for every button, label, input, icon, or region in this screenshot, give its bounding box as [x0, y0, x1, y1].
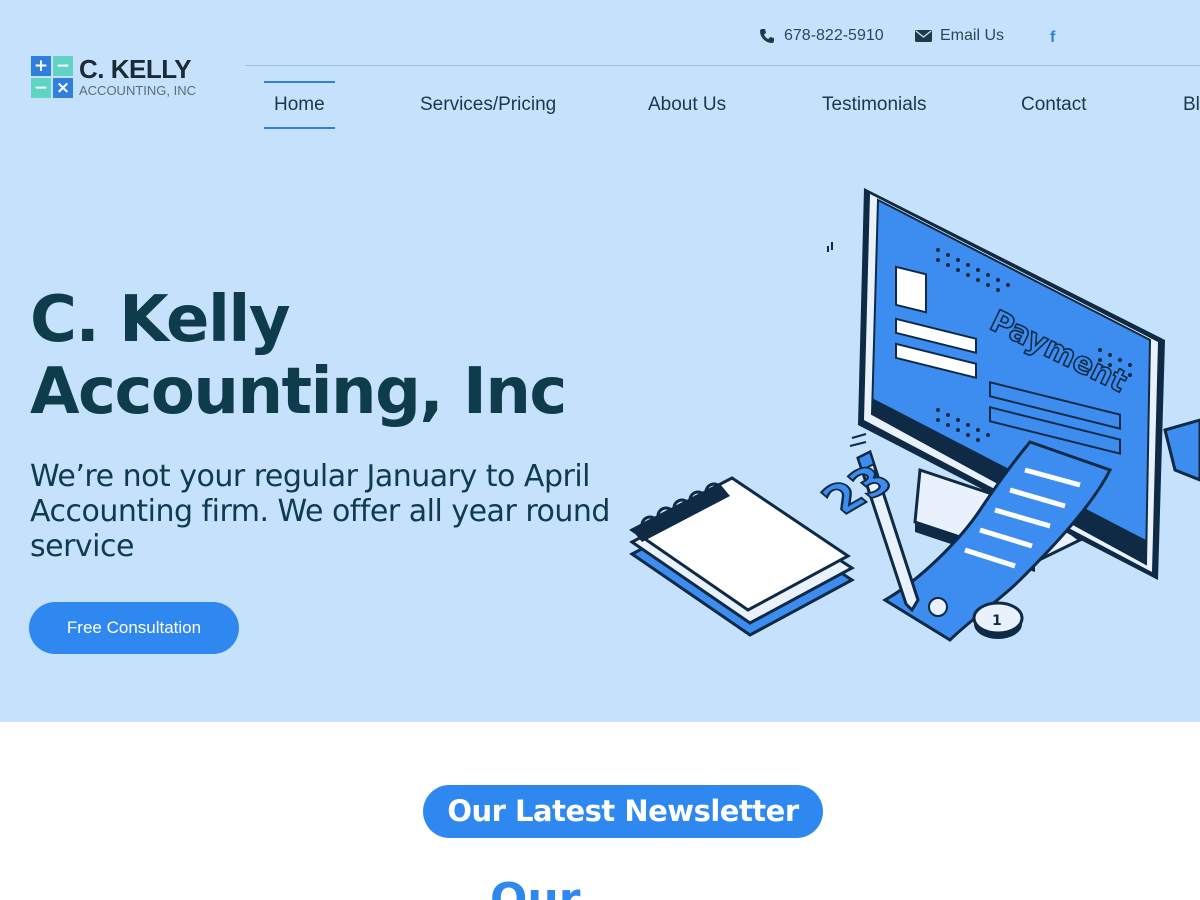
logo-line-1: C. KELLY [79, 54, 192, 84]
payment-illustration: Payment 1 23 [629, 188, 1200, 642]
nav-item-about-us[interactable]: About Us [648, 93, 726, 117]
envelope-icon [914, 27, 932, 45]
coin-text: 1 [992, 613, 1002, 629]
nav-item-services-pricing[interactable]: Services/Pricing [420, 93, 556, 117]
hero-title-line-1: C. Kelly [30, 283, 291, 357]
logo-text: C. KELLY ACCOUNTING, INC [79, 56, 196, 98]
logo-line-2: ACCOUNTING, INC [79, 83, 196, 98]
logo-mark-icon: + − − × [31, 56, 73, 98]
phone-icon [758, 27, 776, 45]
top-contact-bar: 678-822-5910 Email Us f [245, 0, 1200, 66]
logo-times-icon: × [53, 78, 73, 98]
newsletter-heading: Our Latest Newsletter [423, 785, 823, 838]
site-logo[interactable]: + − − × C. KELLY ACCOUNTING, INC [31, 56, 196, 98]
logo-minus-icon: − [31, 78, 51, 98]
nav-item-blog[interactable]: Bl [1183, 93, 1200, 117]
email-link[interactable]: Email Us [914, 26, 1004, 46]
hero-title-line-2: Accounting, Inc [30, 355, 567, 429]
nav-item-testimonials[interactable]: Testimonials [822, 93, 927, 117]
email-label: Email Us [940, 27, 1005, 44]
phone-link[interactable]: 678-822-5910 [758, 26, 884, 46]
services-heading-partial: Our Servi [490, 878, 720, 900]
main-nav: Home Services/Pricing About Us Testimoni… [245, 66, 1200, 142]
coin-shape: 1 [972, 601, 1024, 639]
hero-section: + − − × C. KELLY ACCOUNTING, INC 678-822… [0, 0, 1200, 722]
hero-title: C. Kelly Accounting, Inc [30, 284, 590, 428]
nav-item-home[interactable]: Home [264, 81, 335, 129]
nav-item-contact[interactable]: Contact [1021, 93, 1086, 117]
hero-subtitle: We’re not your regular January to April … [30, 459, 610, 564]
facebook-icon[interactable]: f [1050, 28, 1055, 48]
side-object-shape [1163, 418, 1200, 482]
phone-number: 678-822-5910 [784, 27, 884, 44]
calendar-shape: 23 [629, 456, 906, 637]
logo-plus-icon: + [31, 56, 51, 76]
free-consultation-button[interactable]: Free Consultation [29, 602, 239, 654]
logo-minus-icon: − [53, 56, 73, 76]
